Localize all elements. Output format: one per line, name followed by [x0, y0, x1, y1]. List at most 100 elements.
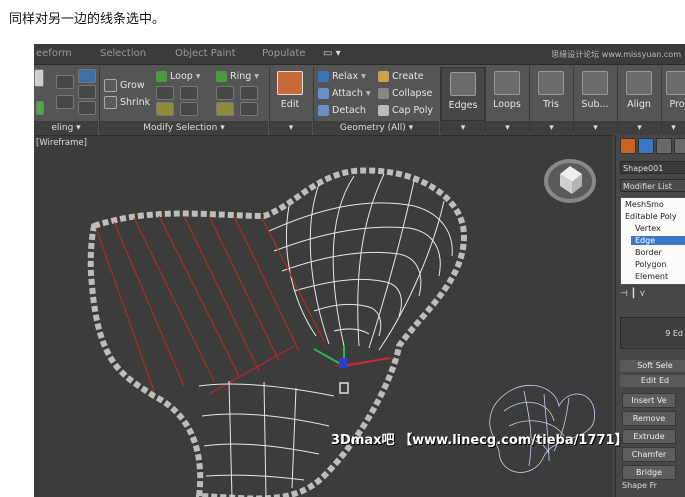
collapse-button[interactable]: Collapse — [378, 88, 432, 99]
collapse-label: Collapse — [392, 88, 433, 99]
tab-populate[interactable]: Populate — [262, 48, 305, 59]
chevron-down-icon: ▾ — [361, 71, 366, 82]
soft-selection-rollout[interactable]: Soft Sele — [620, 360, 685, 372]
chamfer-button[interactable]: Chamfer — [622, 447, 676, 462]
stack-item-polygon[interactable]: Polygon — [635, 260, 666, 269]
modifier-list-dropdown[interactable]: Modifier List — [620, 179, 685, 192]
modeling-tool-icon[interactable] — [36, 101, 44, 115]
subdivision-label: Sub... — [581, 99, 609, 110]
ribbon-tool-icon[interactable] — [78, 101, 96, 115]
ribbon-options-icon[interactable]: ▭ ▾ — [323, 48, 341, 59]
tris-dropdown[interactable]: ▾ — [530, 121, 573, 135]
relax-label: Relax — [332, 71, 359, 82]
ring-mode-icon[interactable] — [240, 86, 258, 100]
loop-mode-icon[interactable] — [156, 86, 174, 100]
viewcube-icon[interactable] — [544, 159, 596, 203]
stack-item-border[interactable]: Border — [635, 248, 662, 257]
stack-item-editable-poly[interactable]: Editable Poly — [625, 212, 677, 221]
cap-poly-button[interactable]: Cap Poly — [378, 105, 433, 116]
loops-button[interactable]: Loops — [486, 67, 528, 119]
loops-icon — [494, 71, 520, 95]
ribbon-tool-icon[interactable] — [78, 85, 96, 99]
transform-gizmo[interactable] — [313, 346, 390, 394]
edges-dropdown[interactable]: ▾ — [441, 121, 485, 135]
attach-button[interactable]: Attach ▾ — [318, 88, 371, 99]
ribbon-tool-icon[interactable] — [56, 75, 74, 89]
stack-tools-row[interactable]: ⊣ ┃ ⋎ — [620, 289, 685, 301]
insert-vertex-button[interactable]: Insert Ve — [622, 393, 676, 408]
loop-button[interactable]: Loop ▾ — [156, 71, 201, 82]
mesh-border — [87, 167, 468, 497]
properties-icon — [666, 71, 685, 95]
chevron-down-icon: ▾ — [365, 88, 371, 99]
page-caption: 同样对另一边的线条选中。 — [9, 12, 166, 27]
edit-button[interactable]: Edit — [270, 67, 310, 119]
stack-item-vertex[interactable]: Vertex — [635, 224, 661, 233]
grow-button[interactable]: Grow — [104, 79, 145, 92]
stack-item-meshsmooth[interactable]: MeshSmo — [625, 200, 664, 209]
selected-edges — [95, 215, 395, 395]
loop-label: Loop — [170, 71, 193, 82]
edit-edges-rollout[interactable]: Edit Ed — [620, 375, 685, 387]
subdivision-dropdown[interactable]: ▾ — [574, 121, 617, 135]
modifier-stack: MeshSmo Editable Poly Vertex Edge Border… — [620, 197, 685, 285]
forum-watermark: 3Dmax吧 【www.linecg.com/tieba/1771】 — [331, 433, 628, 448]
ribbon-tab-bar: eeform Selection Object Paint Populate ▭… — [34, 44, 685, 65]
edit-panel-label[interactable]: ▾ — [270, 121, 312, 135]
edges-label: Edges — [448, 100, 478, 111]
loop-mode-icon[interactable] — [180, 86, 198, 100]
grow-label: Grow — [120, 80, 145, 91]
collapse-icon — [378, 88, 389, 99]
modify-tab-icon[interactable] — [638, 138, 654, 154]
create-shape-label: Shape Fr — [622, 481, 657, 490]
loops-dropdown[interactable]: ▾ — [486, 121, 529, 135]
tris-button[interactable]: Tris — [530, 67, 572, 119]
motion-tab-icon[interactable] — [674, 138, 685, 154]
shrink-button[interactable]: Shrink — [104, 96, 150, 109]
stack-item-edge[interactable]: Edge — [631, 236, 685, 245]
tab-object-paint[interactable]: Object Paint — [175, 48, 236, 59]
attach-icon — [318, 88, 329, 99]
align-button[interactable]: Align — [618, 67, 660, 119]
edges-button[interactable]: Edges — [441, 67, 485, 121]
remove-button[interactable]: Remove — [622, 411, 676, 426]
tris-label: Tris — [543, 99, 559, 110]
detach-button[interactable]: Detach — [318, 105, 366, 116]
relax-icon — [318, 71, 329, 82]
align-dropdown[interactable]: ▾ — [618, 121, 661, 135]
ring-button[interactable]: Ring ▾ — [216, 71, 259, 82]
hierarchy-tab-icon[interactable] — [656, 138, 672, 154]
tab-freeform[interactable]: eeform — [36, 48, 72, 59]
stack-item-element[interactable]: Element — [635, 272, 668, 281]
ribbon-tool-icon[interactable] — [56, 95, 74, 109]
polygon-modeling-panel-label[interactable]: eling ▾ — [34, 121, 98, 135]
cap-poly-label: Cap Poly — [392, 105, 433, 116]
loops-label: Loops — [493, 99, 521, 110]
tab-selection[interactable]: Selection — [100, 48, 146, 59]
ring-mode-icon[interactable] — [240, 102, 258, 116]
ring-mode-icon[interactable] — [216, 102, 234, 116]
ring-icon — [216, 71, 227, 82]
site-watermark: 思缘设计论坛 www.missyuan.com — [551, 50, 681, 59]
extrude-button[interactable]: Extrude — [622, 429, 676, 444]
edges-icon — [450, 72, 476, 96]
shrink-icon — [104, 96, 117, 109]
subdivision-button[interactable]: Sub... — [574, 67, 616, 119]
ring-mode-icon[interactable] — [216, 86, 234, 100]
bridge-button[interactable]: Bridge — [622, 465, 676, 480]
ribbon-tool-icon[interactable] — [78, 69, 96, 83]
properties-dropdown[interactable]: ▾ — [662, 121, 685, 135]
properties-button[interactable]: Pro — [662, 67, 685, 119]
relax-button[interactable]: Relax ▾ — [318, 71, 366, 82]
create-tab-icon[interactable] — [620, 138, 636, 154]
geometry-panel-label[interactable]: Geometry (All) ▾ — [314, 121, 439, 135]
create-button[interactable]: Create — [378, 71, 424, 82]
polygon-modeling-icon[interactable] — [34, 69, 44, 87]
tris-icon — [538, 71, 564, 95]
modify-selection-panel-label[interactable]: Modify Selection ▾ — [100, 121, 268, 135]
loop-mode-icon[interactable] — [180, 102, 198, 116]
properties-label: Pro — [669, 99, 685, 110]
align-icon — [626, 71, 652, 95]
object-name-field[interactable]: Shape001 — [620, 161, 685, 174]
loop-mode-icon[interactable] — [156, 102, 174, 116]
